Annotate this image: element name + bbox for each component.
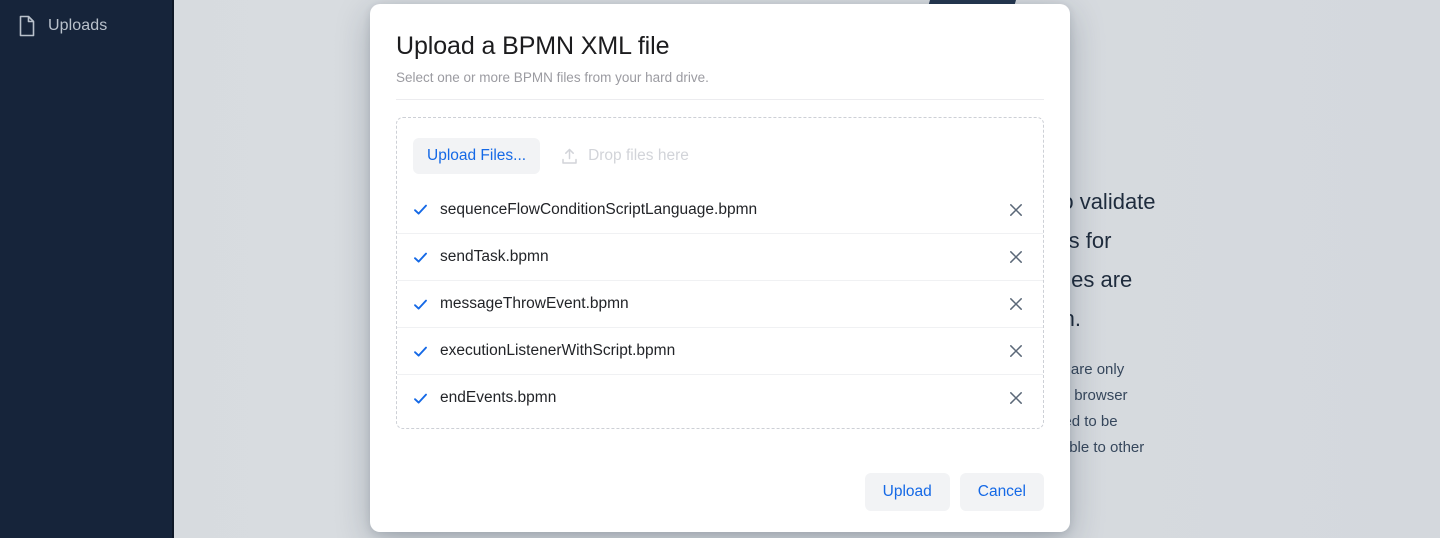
- dropzone-toolbar: Upload Files... Drop files here: [397, 118, 1043, 174]
- remove-file-button[interactable]: [1005, 293, 1027, 315]
- cancel-button[interactable]: Cancel: [960, 473, 1044, 511]
- background-heading: vice to validate ystems for atibilities …: [1010, 182, 1440, 338]
- list-item[interactable]: endEvents.bpmn: [397, 374, 1043, 421]
- sidebar-item-label: Uploads: [48, 17, 107, 35]
- check-icon[interactable]: [413, 297, 428, 312]
- file-name: messageThrowEvent.bpmn: [440, 295, 629, 313]
- screen: vice to validate ystems for atibilities …: [0, 0, 1440, 538]
- file-name: executionListenerWithScript.bpmn: [440, 342, 675, 360]
- background-heading-line: vice to validate: [1010, 182, 1440, 221]
- check-icon[interactable]: [413, 202, 428, 217]
- file-dropzone[interactable]: Upload Files... Drop files here: [396, 117, 1044, 429]
- list-item[interactable]: sendTask.bpmn: [397, 233, 1043, 280]
- list-item[interactable]: executionListenerWithScript.bpmn: [397, 327, 1043, 374]
- background-body-line: ver, they are only: [1010, 357, 1440, 383]
- remove-file-button[interactable]: [1005, 246, 1027, 268]
- check-icon[interactable]: [413, 344, 428, 359]
- file-icon: [18, 15, 36, 37]
- file-name: endEvents.bpmn: [440, 389, 556, 407]
- upload-button[interactable]: Upload: [865, 473, 950, 511]
- modal-header: Upload a BPMN XML file Select one or mor…: [370, 4, 1070, 87]
- drop-hint-text: Drop files here: [588, 147, 689, 165]
- background-body: ver, they are only close the browser s w…: [1010, 357, 1440, 461]
- upload-files-button[interactable]: Upload Files...: [413, 138, 540, 174]
- list-item[interactable]: messageThrowEvent.bpmn: [397, 280, 1043, 327]
- remove-file-button[interactable]: [1005, 387, 1027, 409]
- file-name: sequenceFlowConditionScriptLanguage.bpmn: [440, 201, 757, 219]
- background-heading-line: ystems for: [1010, 221, 1440, 260]
- upload-modal: Upload a BPMN XML file Select one or mor…: [370, 4, 1070, 532]
- background-body-line: close the browser: [1010, 383, 1440, 409]
- file-name: sendTask.bpmn: [440, 248, 549, 266]
- background-text-block: vice to validate ystems for atibilities …: [1010, 182, 1440, 461]
- modal-subtitle: Select one or more BPMN files from your …: [396, 69, 1044, 87]
- background-heading-line: atibilities are: [1010, 260, 1440, 299]
- background-body-line: s will need to be: [1010, 409, 1440, 435]
- drop-hint: Drop files here: [560, 147, 689, 166]
- upload-tray-icon: [560, 147, 579, 166]
- list-item[interactable]: sequenceFlowConditionScriptLanguage.bpmn: [397, 186, 1043, 233]
- check-icon[interactable]: [413, 391, 428, 406]
- check-icon[interactable]: [413, 250, 428, 265]
- background-heading-line: olution.: [1010, 299, 1440, 338]
- file-list: sequenceFlowConditionScriptLanguage.bpmn…: [397, 186, 1043, 421]
- remove-file-button[interactable]: [1005, 199, 1027, 221]
- header-divider: [396, 99, 1044, 100]
- remove-file-button[interactable]: [1005, 340, 1027, 362]
- modal-footer: Upload Cancel: [370, 473, 1044, 511]
- sidebar-item-uploads[interactable]: Uploads: [0, 0, 172, 40]
- sidebar: Uploads: [0, 0, 174, 538]
- page-title: Upload a BPMN XML file: [396, 30, 1044, 62]
- background-body-line: e not visible to other: [1010, 435, 1440, 461]
